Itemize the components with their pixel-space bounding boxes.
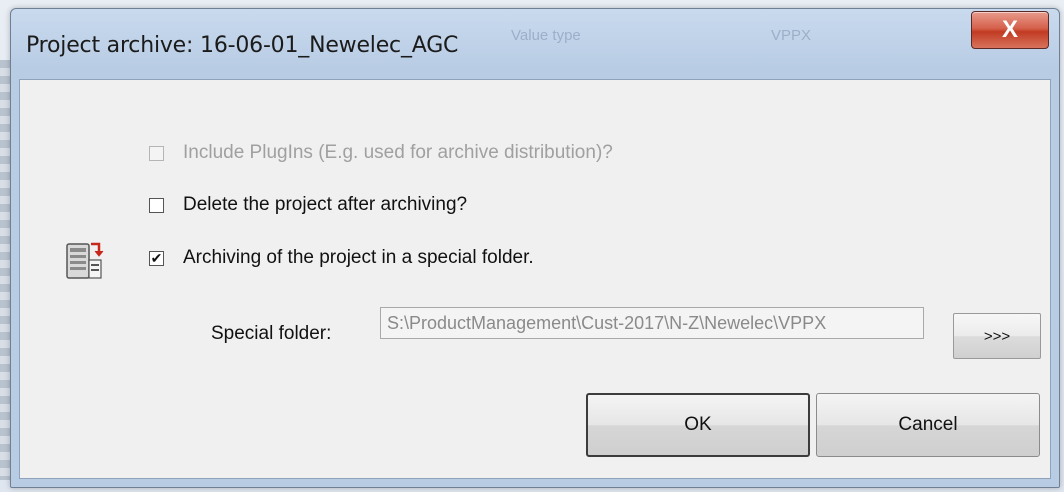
title-bar: Value type VPPX Project archive: 16-06-0… xyxy=(11,9,1059,73)
project-archive-dialog: Value type VPPX Project archive: 16-06-0… xyxy=(10,8,1060,488)
delete-after-archiving-option[interactable]: Delete the project after archiving? xyxy=(149,194,467,216)
dialog-client-area: Include PlugIns (E.g. used for archive d… xyxy=(19,79,1051,479)
special-folder-archiving-checkbox[interactable]: ✔ xyxy=(149,250,164,266)
background-ghost-text-vppx: VPPX xyxy=(771,27,812,44)
close-icon: X xyxy=(1001,16,1018,43)
close-button[interactable]: X xyxy=(971,11,1049,49)
special-folder-input[interactable] xyxy=(380,307,924,339)
server-archive-icon xyxy=(66,242,104,279)
include-plugins-checkbox[interactable] xyxy=(149,145,164,161)
checkmark-icon: ✔ xyxy=(150,250,163,266)
ok-button[interactable]: OK xyxy=(586,393,810,457)
cancel-button[interactable]: Cancel xyxy=(816,393,1040,457)
dialog-title: Project archive: 16-06-01_Newelec_AGC xyxy=(26,33,459,58)
delete-after-archiving-label: Delete the project after archiving? xyxy=(183,194,468,215)
special-folder-label: Special folder: xyxy=(211,323,332,344)
include-plugins-label: Include PlugIns (E.g. used for archive d… xyxy=(183,142,613,163)
special-folder-archiving-label: Archiving of the project in a special fo… xyxy=(183,247,534,268)
browse-folder-button[interactable]: >>> xyxy=(953,313,1041,359)
include-plugins-option[interactable]: Include PlugIns (E.g. used for archive d… xyxy=(149,142,613,164)
delete-after-archiving-checkbox[interactable] xyxy=(149,197,164,213)
special-folder-archiving-option[interactable]: ✔ Archiving of the project in a special … xyxy=(149,247,534,269)
background-ghost-text-value-type: Value type xyxy=(511,27,581,44)
